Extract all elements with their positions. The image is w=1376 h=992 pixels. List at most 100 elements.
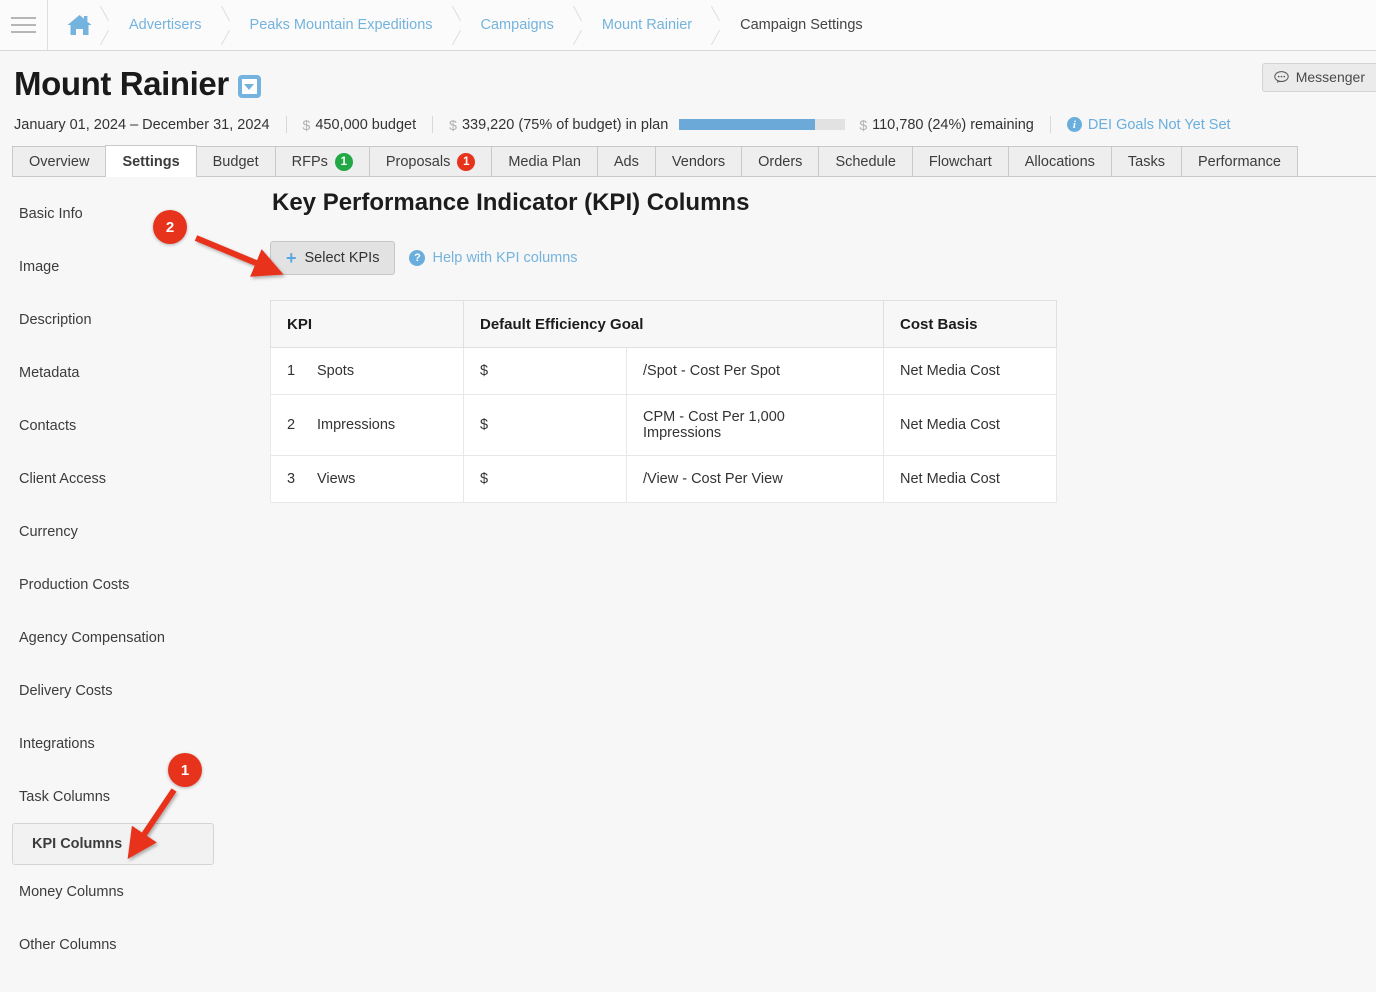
sidebar-item-label: Currency [19,524,78,540]
messenger-button[interactable]: Messenger [1262,63,1376,92]
tab-budget[interactable]: Budget [196,146,276,176]
cell-cost-basis: Net Media Cost [884,456,1057,503]
tab-overview[interactable]: Overview [12,146,106,176]
sidebar-item-currency[interactable]: Currency [0,505,270,558]
chat-bubble-icon [1274,71,1289,84]
breadcrumb-item-campaigns[interactable]: Campaigns [455,0,576,50]
breadcrumb-label: Campaigns [481,17,554,33]
budget-total: $ 450,000 budget [303,117,417,133]
sidebar-item-client-access[interactable]: Client Access [0,452,270,505]
date-range: January 01, 2024 – December 31, 2024 [14,117,270,133]
settings-body: Basic Info Image Description Metadata Contac… [0,177,1376,977]
efficiency-goal-input[interactable]: $ [464,456,627,503]
sidebar-item-description[interactable]: Description [0,293,270,346]
row-index: 3 [287,471,317,487]
sidebar-item-agency-compensation[interactable]: Agency Compensation [0,611,270,664]
select-kpis-button[interactable]: + Select KPIs [270,241,395,275]
breadcrumb-label: Campaign Settings [740,17,863,33]
meta-divider [286,116,287,133]
sidebar-item-label: Image [19,259,59,275]
sidebar-item-label: Other Columns [19,937,117,953]
breadcrumb-item-current: Campaign Settings [714,0,885,50]
breadcrumb-home[interactable] [48,0,103,50]
sidebar-item-label: Client Access [19,471,106,487]
dei-goals-label: DEI Goals Not Yet Set [1088,117,1231,133]
tab-media-plan[interactable]: Media Plan [491,146,598,176]
settings-sidebar: Basic Info Image Description Metadata Contac… [0,177,270,977]
dei-goals-link[interactable]: i DEI Goals Not Yet Set [1067,117,1231,133]
budget-progress-fill [679,119,815,130]
budget-progress-bar [679,119,845,130]
column-header-default-efficiency-goal: Default Efficiency Goal [464,301,884,348]
tab-settings[interactable]: Settings [105,145,196,177]
sidebar-item-label: Metadata [19,365,79,381]
sidebar-item-production-costs[interactable]: Production Costs [0,558,270,611]
hamburger-menu-icon[interactable] [0,0,48,50]
campaign-dropdown-icon[interactable] [238,75,261,98]
tab-label: RFPs [292,154,328,170]
cell-kpi: 1Spots [271,348,464,395]
tab-ads[interactable]: Ads [597,146,656,176]
table-row[interactable]: 3Views$/View - Cost Per ViewNet Media Co… [271,456,1057,503]
sidebar-item-task-columns[interactable]: Task Columns [0,770,270,823]
tab-rfps[interactable]: RFPs1 [275,146,370,176]
tab-label: Media Plan [508,154,581,170]
sidebar-item-integrations[interactable]: Integrations [0,717,270,770]
tab-schedule[interactable]: Schedule [818,146,912,176]
kpi-table-body: 1Spots$/Spot - Cost Per SpotNet Media Co… [271,348,1057,503]
sidebar-item-label: KPI Columns [32,836,122,852]
sidebar-item-image[interactable]: Image [0,240,270,293]
table-row[interactable]: 1Spots$/Spot - Cost Per SpotNet Media Co… [271,348,1057,395]
kpi-table-head: KPI Default Efficiency Goal Cost Basis [271,301,1057,348]
tab-proposals[interactable]: Proposals 1 [369,146,492,176]
tab-badge: 1 [457,153,475,171]
sidebar-item-label: Integrations [19,736,95,752]
info-icon: i [1067,117,1082,132]
breadcrumb-item-advertiser-name[interactable]: Peaks Mountain Expeditions [224,0,455,50]
budget-in-plan: $ 339,220 (75% of budget) in plan $ 110,… [449,117,1034,133]
tab-flowchart[interactable]: Flowchart [912,146,1009,176]
breadcrumb-item-campaign-name[interactable]: Mount Rainier [576,0,714,50]
campaign-header: Mount Rainier January 01, 2024 – Decembe… [0,51,1376,133]
tab-label: Proposals [386,154,450,170]
tab-label: Flowchart [929,154,992,170]
table-row[interactable]: 2Impressions$CPM - Cost Per 1,000 Impres… [271,395,1057,456]
sidebar-item-other-columns[interactable]: Other Columns [0,918,270,971]
tab-label: Orders [758,154,802,170]
cell-cost-basis: Net Media Cost [884,348,1057,395]
chevron-down-icon [242,79,257,94]
sidebar-item-label: Description [19,312,92,328]
kpi-table-header-row: KPI Default Efficiency Goal Cost Basis [271,301,1057,348]
hamburger-line [11,31,36,33]
tab-tasks[interactable]: Tasks [1111,146,1182,176]
tab-orders[interactable]: Orders [741,146,819,176]
sidebar-item-money-columns[interactable]: Money Columns [0,865,270,918]
sidebar-item-label: Task Columns [19,789,110,805]
tab-label: Overview [29,154,89,170]
breadcrumb: Advertisers Peaks Mountain Expeditions C… [48,0,885,50]
tab-allocations[interactable]: Allocations [1008,146,1112,176]
row-index: 1 [287,363,317,379]
tab-label: Vendors [672,154,725,170]
breadcrumb-label: Peaks Mountain Expeditions [250,17,433,33]
sidebar-item-kpi-columns[interactable]: KPI Columns [12,823,214,865]
home-icon [66,13,93,37]
kpi-name: Spots [317,363,354,379]
kpi-table: KPI Default Efficiency Goal Cost Basis 1… [270,300,1057,503]
kpi-name: Impressions [317,417,395,433]
efficiency-goal-input[interactable]: $ [464,395,627,456]
sidebar-item-basic-info[interactable]: Basic Info [0,187,270,240]
tab-label: Budget [213,154,259,170]
help-with-kpi-columns-link[interactable]: ? Help with KPI columns [409,250,577,266]
tab-vendors[interactable]: Vendors [655,146,742,176]
cell-cost-type: CPM - Cost Per 1,000 Impressions [627,395,884,456]
sidebar-item-label: Delivery Costs [19,683,112,699]
sidebar-item-delivery-costs[interactable]: Delivery Costs [0,664,270,717]
sidebar-item-metadata[interactable]: Metadata [0,346,270,399]
efficiency-goal-input[interactable]: $ [464,348,627,395]
plus-icon: + [286,249,297,267]
sidebar-item-contacts[interactable]: Contacts [0,399,270,452]
hamburger-line [11,24,36,26]
breadcrumb-item-advertisers[interactable]: Advertisers [103,0,224,50]
tab-performance[interactable]: Performance [1181,146,1298,176]
